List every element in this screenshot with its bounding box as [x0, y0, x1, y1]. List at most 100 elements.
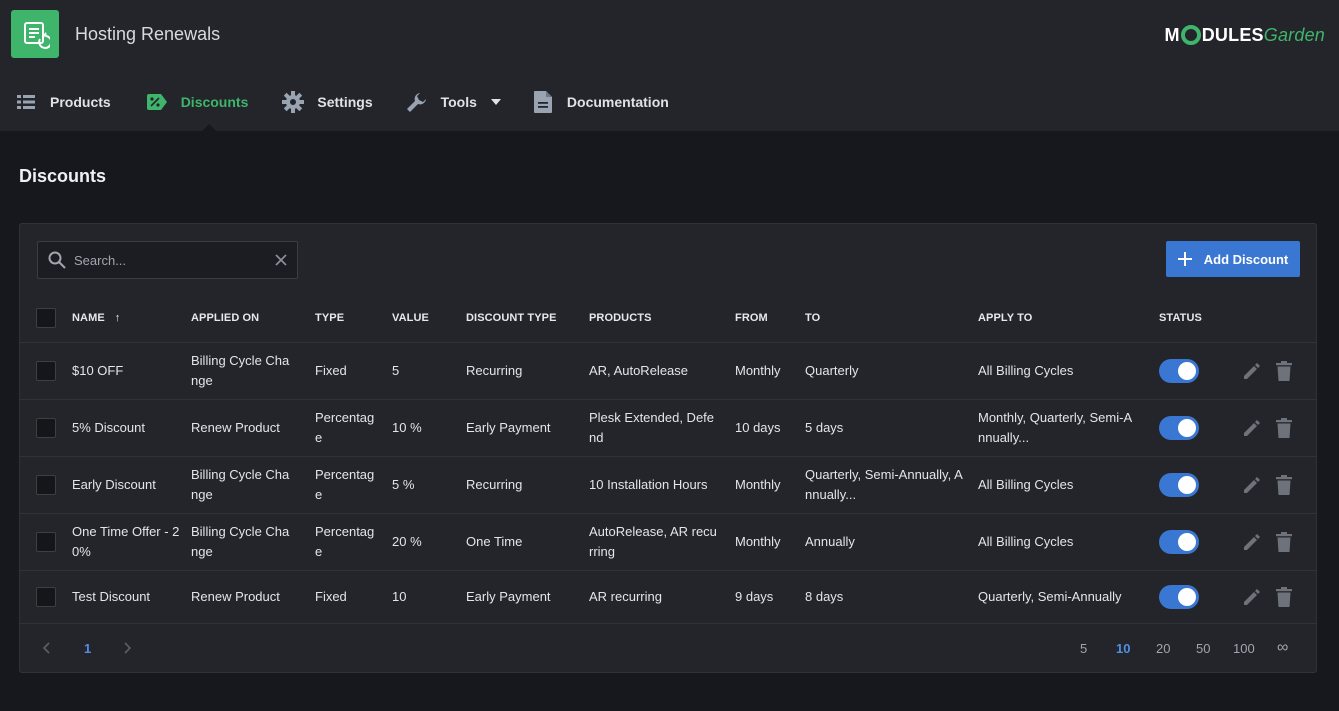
table-row: Early Discount Billing Cycle Change Percen…: [20, 457, 1316, 514]
select-all-checkbox[interactable]: [36, 308, 56, 328]
edit-pencil-icon[interactable]: [1242, 532, 1262, 552]
page-size-100[interactable]: 100: [1233, 624, 1255, 672]
cell-apply-to: All Billing Cycles: [978, 534, 1074, 549]
table-cell: 10: [392, 571, 452, 623]
col-header-name[interactable]: NAME ↑: [72, 294, 120, 342]
nav-item-documentation[interactable]: Documentation: [531, 82, 669, 122]
edit-pencil-icon[interactable]: [1242, 361, 1262, 381]
col-name-label: NAME: [72, 312, 105, 324]
cell-discount-type: Early Payment: [466, 589, 551, 604]
row-checkbox[interactable]: [36, 475, 56, 495]
table-cell: 8 days: [805, 571, 965, 623]
table-cell: 5% Discount: [72, 400, 182, 456]
delete-cell: [1276, 457, 1292, 513]
clear-search-icon[interactable]: [275, 254, 287, 266]
table-cell: 9 days: [735, 571, 797, 623]
nav-item-discounts[interactable]: Discounts: [145, 82, 248, 132]
col-header-to[interactable]: TO: [805, 294, 820, 342]
table-cell: Fixed: [315, 571, 377, 623]
status-toggle[interactable]: [1159, 359, 1199, 383]
search-input[interactable]: [74, 252, 275, 268]
row-select-cell: [36, 400, 56, 456]
col-header-discount-type[interactable]: DISCOUNT TYPE: [466, 294, 557, 342]
edit-pencil-icon[interactable]: [1242, 587, 1262, 607]
row-select-cell: [36, 343, 56, 399]
cell-to: Quarterly, Semi-Annually, Annually...: [805, 467, 963, 502]
col-header-value[interactable]: VALUE: [392, 294, 429, 342]
page-size-10[interactable]: 10: [1116, 624, 1130, 672]
row-checkbox[interactable]: [36, 587, 56, 607]
status-toggle[interactable]: [1159, 473, 1199, 497]
status-cell: [1159, 343, 1199, 399]
trash-icon[interactable]: [1276, 361, 1292, 381]
brand-globe-icon: [1180, 25, 1201, 45]
row-checkbox[interactable]: [36, 361, 56, 381]
col-header-apply-to[interactable]: APPLY TO: [978, 294, 1032, 342]
nav-item-tools[interactable]: Tools: [405, 82, 501, 122]
nav-item-settings[interactable]: Settings: [281, 82, 373, 122]
delete-cell: [1276, 571, 1292, 623]
table-cell: 20 %: [392, 514, 452, 570]
sort-ascending-icon: ↑: [114, 312, 121, 324]
cell-products: AutoRelease, AR recurring: [589, 524, 717, 559]
app-logo-icon[interactable]: [11, 10, 59, 58]
prev-page-button[interactable]: [42, 624, 50, 672]
page-size-20[interactable]: 20: [1156, 624, 1170, 672]
col-header-type[interactable]: TYPE: [315, 294, 344, 342]
add-discount-button[interactable]: Add Discount: [1166, 241, 1300, 277]
app-title: Hosting Renewals: [75, 24, 221, 44]
trash-icon[interactable]: [1276, 475, 1292, 495]
table-cell: Quarterly: [805, 343, 965, 399]
table-cell: Billing Cycle Change: [191, 343, 291, 399]
status-toggle[interactable]: [1159, 416, 1199, 440]
nav-item-products[interactable]: Products: [14, 82, 111, 122]
nav-label-documentation: Documentation: [566, 94, 669, 110]
cell-applied-on: Renew Product: [191, 420, 280, 435]
edit-pencil-icon[interactable]: [1242, 418, 1262, 438]
next-page-button[interactable]: [124, 624, 132, 672]
status-toggle[interactable]: [1159, 530, 1199, 554]
trash-icon[interactable]: [1276, 587, 1292, 607]
page-number-button[interactable]: 1: [84, 624, 91, 672]
col-header-products[interactable]: PRODUCTS: [589, 294, 652, 342]
chevron-down-icon: [490, 99, 501, 105]
cell-value: 10: [392, 589, 407, 604]
table-header-row: NAME ↑ APPLIED ON TYPE VALUE DISCOUNT TY…: [20, 294, 1316, 343]
table-cell: Fixed: [315, 343, 377, 399]
row-checkbox[interactable]: [36, 418, 56, 438]
cell-applied-on: Billing Cycle Change: [191, 467, 290, 502]
table-cell: All Billing Cycles: [978, 514, 1138, 570]
table-cell: Renew Product: [191, 571, 291, 623]
cell-value: 5 %: [392, 477, 415, 492]
row-checkbox[interactable]: [36, 532, 56, 552]
trash-icon[interactable]: [1276, 532, 1292, 552]
col-header-status[interactable]: STATUS: [1159, 294, 1202, 342]
list-icon: [14, 90, 38, 114]
table-cell: 10 days: [735, 400, 797, 456]
edit-cell: [1242, 343, 1262, 399]
table-row: $10 OFF Billing Cycle Change Fixed 5 Recurri…: [20, 343, 1316, 400]
col-header-applied-on[interactable]: APPLIED ON: [191, 294, 259, 342]
modulesgarden-logo[interactable]: M DULES Garden: [1165, 23, 1325, 47]
trash-icon[interactable]: [1276, 418, 1292, 438]
delete-cell: [1276, 514, 1292, 570]
discount-tag-icon: [145, 90, 169, 114]
table-cell: Monthly: [735, 457, 797, 513]
cell-name: Test Discount: [72, 589, 151, 604]
wrench-icon: [405, 90, 429, 114]
table-footer: 1 5 10 20 50 100 ∞: [20, 624, 1316, 672]
cell-from: Monthly: [735, 477, 781, 492]
table-cell: Early Discount: [72, 457, 182, 513]
page-size-50[interactable]: 50: [1196, 624, 1210, 672]
table-cell: Percentage: [315, 514, 377, 570]
table-cell: 5 %: [392, 457, 452, 513]
add-discount-label: Add Discount: [1203, 251, 1289, 267]
edit-pencil-icon[interactable]: [1242, 475, 1262, 495]
col-header-from[interactable]: FROM: [735, 294, 768, 342]
page-size-all[interactable]: ∞: [1277, 624, 1288, 672]
cell-name: Early Discount: [72, 477, 156, 492]
cell-applied-on: Renew Product: [191, 589, 280, 604]
status-toggle[interactable]: [1159, 585, 1199, 609]
document-icon: [531, 90, 555, 114]
page-size-5[interactable]: 5: [1080, 624, 1087, 672]
